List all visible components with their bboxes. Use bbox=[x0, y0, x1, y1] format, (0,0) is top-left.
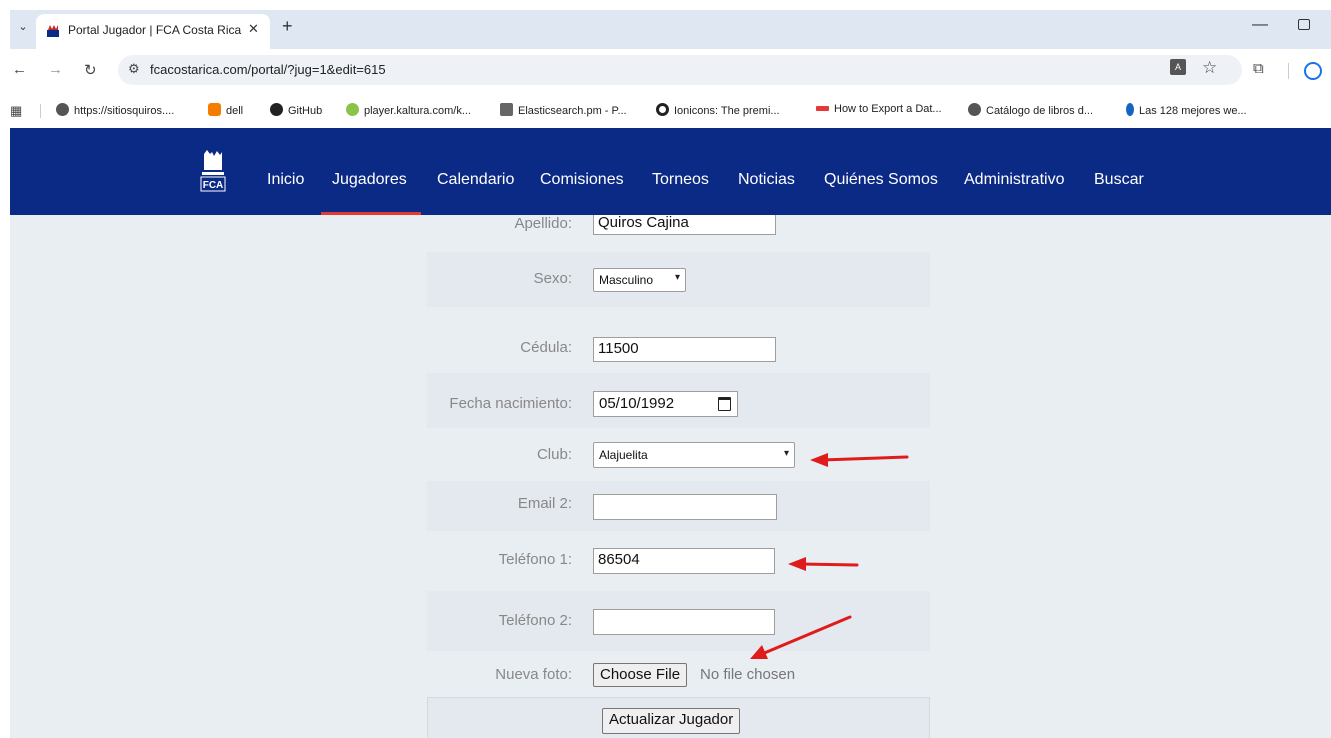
bookmark-dell[interactable]: dell bbox=[208, 103, 243, 117]
tab-bar: ⌄ Portal Jugador | FCA Costa Rica ✕ + — bbox=[10, 10, 1331, 49]
bookmark-elasticsearch[interactable]: Elasticsearch.pm - P... bbox=[500, 103, 627, 117]
browser-window: ⌄ Portal Jugador | FCA Costa Rica ✕ + — … bbox=[10, 10, 1331, 738]
player-edit-form: Apellido: Quiros Cajina Sexo: Masculino ▾… bbox=[10, 215, 1331, 738]
elasticsearch-icon bbox=[500, 103, 513, 116]
extensions-icon[interactable]: ⧉ bbox=[1253, 60, 1264, 77]
toolbar-divider bbox=[1288, 63, 1289, 79]
bookmark-las-128[interactable]: Las 128 mejores we... bbox=[1126, 103, 1247, 117]
close-tab-icon[interactable]: ✕ bbox=[248, 21, 259, 37]
github-icon bbox=[270, 103, 283, 116]
bookmark-catalogo[interactable]: Catálogo de libros d... bbox=[968, 103, 1093, 117]
annotation-arrow-nueva-foto bbox=[750, 615, 852, 659]
globe-icon bbox=[56, 103, 69, 116]
reload-icon[interactable]: ↻ bbox=[84, 61, 97, 79]
tab-search-chevron-icon[interactable]: ⌄ bbox=[14, 18, 32, 36]
ionicons-icon bbox=[656, 103, 669, 116]
bookmark-sitiosquiros[interactable]: https://sitiosquiros.... bbox=[56, 103, 174, 117]
export-icon bbox=[816, 106, 829, 111]
new-tab-icon[interactable]: + bbox=[282, 16, 293, 37]
bookmarks-divider bbox=[40, 104, 41, 118]
nav-buscar[interactable]: Buscar bbox=[1094, 171, 1144, 189]
forward-arrow-icon[interactable]: → bbox=[48, 61, 63, 78]
site-navbar: FCA Inicio Jugadores Calendario Comision… bbox=[10, 128, 1331, 215]
url-text[interactable]: fcacostarica.com/portal/?jug=1&edit=615 bbox=[150, 62, 386, 77]
nav-noticias[interactable]: Noticias bbox=[738, 171, 795, 189]
bookmarks-bar: ▦ https://sitiosquiros.... dell GitHub p… bbox=[10, 94, 1331, 129]
profile-icon[interactable] bbox=[1304, 62, 1322, 80]
blogger-icon bbox=[208, 103, 221, 116]
back-arrow-icon[interactable]: ← bbox=[12, 61, 27, 78]
nav-administrativo[interactable]: Administrativo bbox=[964, 171, 1064, 189]
annotation-arrow-telefono1 bbox=[788, 557, 859, 571]
translate-icon[interactable]: A bbox=[1170, 59, 1186, 75]
omnibox[interactable]: ⚙ fcacostarica.com/portal/?jug=1&edit=61… bbox=[118, 55, 1242, 85]
site-icon bbox=[1126, 103, 1134, 116]
nav-comisiones[interactable]: Comisiones bbox=[540, 171, 624, 189]
minimize-icon[interactable]: — bbox=[1252, 16, 1268, 34]
bookmark-export-data[interactable]: How to Export a Dat... bbox=[816, 103, 942, 115]
annotation-arrow-club bbox=[810, 453, 909, 467]
tab-title: Portal Jugador | FCA Costa Rica bbox=[68, 23, 242, 37]
address-toolbar: ← → ↻ ⚙ fcacostarica.com/portal/?jug=1&e… bbox=[10, 49, 1331, 94]
bookmark-ionicons[interactable]: Ionicons: The premi... bbox=[656, 103, 780, 117]
globe-icon bbox=[968, 103, 981, 116]
nav-jugadores[interactable]: Jugadores bbox=[332, 171, 407, 189]
nav-calendario[interactable]: Calendario bbox=[437, 171, 514, 189]
nav-torneos[interactable]: Torneos bbox=[652, 171, 709, 189]
bookmark-github[interactable]: GitHub bbox=[270, 103, 322, 117]
logo-text: FCA bbox=[203, 180, 224, 191]
kaltura-icon bbox=[346, 103, 359, 116]
bookmark-kaltura[interactable]: player.kaltura.com/k... bbox=[346, 103, 471, 117]
nav-quienes-somos[interactable]: Quiénes Somos bbox=[824, 171, 938, 189]
site-settings-icon[interactable]: ⚙ bbox=[128, 61, 140, 77]
apps-grid-icon[interactable]: ▦ bbox=[10, 103, 22, 119]
nav-inicio[interactable]: Inicio bbox=[267, 171, 304, 189]
bookmark-star-icon[interactable]: ☆ bbox=[1202, 58, 1217, 78]
fca-favicon-icon bbox=[47, 25, 59, 37]
annotation-arrows bbox=[750, 453, 909, 659]
restore-window-icon[interactable] bbox=[1298, 19, 1310, 30]
fca-logo[interactable]: FCA bbox=[198, 150, 228, 192]
browser-tab[interactable]: Portal Jugador | FCA Costa Rica ✕ bbox=[36, 14, 270, 49]
